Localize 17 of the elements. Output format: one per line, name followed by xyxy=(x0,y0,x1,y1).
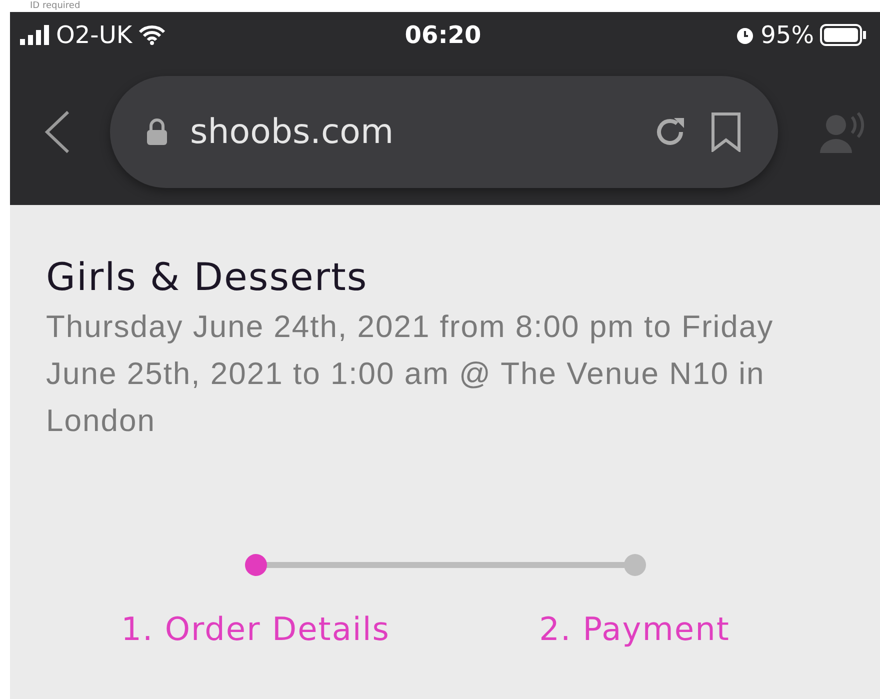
battery-icon xyxy=(820,24,866,46)
address-bar[interactable]: shoobs.com xyxy=(110,76,778,188)
step-label[interactable]: 1. Order Details xyxy=(121,610,390,648)
signal-icon xyxy=(20,25,50,45)
event-title: Girls & Desserts xyxy=(46,255,369,299)
alarm-icon xyxy=(734,25,755,45)
back-icon[interactable] xyxy=(44,110,70,154)
step-label[interactable]: 2. Payment xyxy=(539,610,730,648)
battery-percent: 95% xyxy=(760,21,814,49)
wifi-icon xyxy=(138,25,166,45)
clock-time: 06:20 xyxy=(404,21,482,49)
note-text: ID required xyxy=(29,0,82,12)
url-text: shoobs.com xyxy=(190,112,395,152)
bookmark-icon[interactable] xyxy=(710,112,742,152)
carrier-name: O2-UK xyxy=(56,21,132,49)
lock-icon xyxy=(146,118,168,146)
event-details: Thursday June 24th, 2021 from 8:00 pm to Friday June 25th, 2021 to 1:00 am @ The Venue N10 in London xyxy=(46,308,775,440)
